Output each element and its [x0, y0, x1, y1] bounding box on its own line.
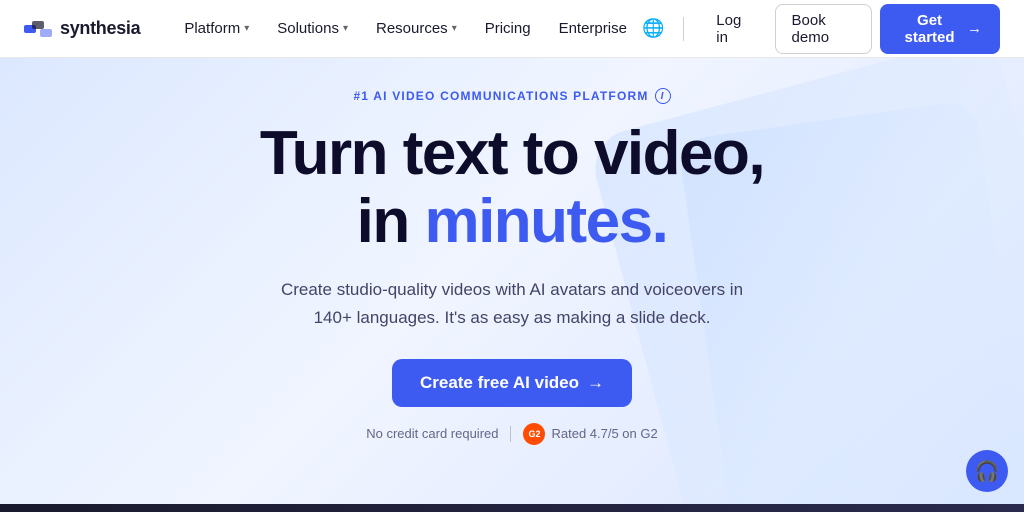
nav-solutions[interactable]: Solutions ▾	[265, 14, 360, 43]
get-started-button[interactable]: Get started →	[880, 4, 1000, 54]
g2-badge: G2 Rated 4.7/5 on G2	[523, 423, 657, 445]
hero-subtitle: Create studio-quality videos with AI ava…	[272, 276, 752, 330]
headset-icon: 🎧	[975, 459, 1000, 484]
support-button[interactable]: 🎧	[966, 450, 1008, 492]
cta-button[interactable]: Create free AI video →	[392, 359, 632, 407]
navbar: synthesia Platform ▾ Solutions ▾ Resourc…	[0, 0, 1024, 58]
language-button[interactable]: 🌐	[639, 12, 667, 46]
nav-divider	[683, 17, 684, 41]
info-icon[interactable]: i	[655, 88, 671, 104]
nav-pricing[interactable]: Pricing	[473, 14, 543, 43]
chevron-down-icon: ▾	[452, 23, 457, 34]
g2-logo: G2	[523, 423, 545, 445]
hero-section: #1 AI VIDEO COMMUNICATIONS PLATFORM i Tu…	[0, 58, 1024, 512]
nav-enterprise[interactable]: Enterprise	[547, 14, 639, 43]
hero-title-line1: Turn text to video,	[260, 120, 764, 188]
login-button[interactable]: Log in	[700, 5, 766, 53]
hero-trust: No credit card required G2 Rated 4.7/5 o…	[366, 423, 657, 445]
arrow-icon: →	[587, 373, 604, 393]
nav-links: Platform ▾ Solutions ▾ Resources ▾ Prici…	[172, 14, 639, 43]
hero-title-line2: in minutes.	[357, 188, 668, 256]
book-demo-button[interactable]: Book demo	[775, 4, 873, 54]
logo[interactable]: synthesia	[24, 18, 140, 39]
nav-resources[interactable]: Resources ▾	[364, 14, 469, 43]
hero-badge: #1 AI VIDEO COMMUNICATIONS PLATFORM i	[353, 88, 670, 104]
arrow-icon: →	[967, 20, 982, 37]
chevron-down-icon: ▾	[343, 23, 348, 34]
chevron-down-icon: ▾	[244, 23, 249, 34]
trust-divider	[510, 426, 511, 442]
logo-text: synthesia	[60, 18, 140, 39]
nav-platform[interactable]: Platform ▾	[172, 14, 261, 43]
nav-right: 🌐 Log in Book demo Get started →	[639, 4, 1000, 54]
logo-icon	[24, 19, 52, 39]
bottom-bar	[0, 504, 1024, 512]
